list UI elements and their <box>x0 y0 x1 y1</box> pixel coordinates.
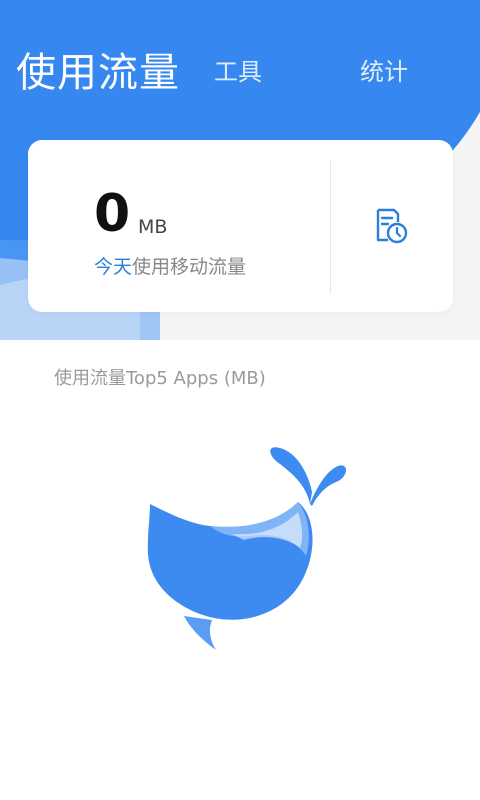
tab-usage[interactable]: 使用流量 <box>16 40 180 98</box>
usage-value: 0 <box>94 184 131 244</box>
tab-stats[interactable]: 统计 <box>360 52 408 87</box>
top-tabs: 使用流量 工具 统计 <box>0 0 480 130</box>
usage-summary-card: 0 MB 今天使用移动流量 <box>28 140 453 312</box>
empty-state-whale-icon <box>140 444 350 658</box>
history-button[interactable] <box>368 204 412 248</box>
tab-tools[interactable]: 工具 <box>214 52 262 87</box>
card-divider <box>330 160 331 294</box>
usage-description: 今天使用移动流量 <box>94 252 246 279</box>
usage-desc-label: 使用移动流量 <box>132 256 247 278</box>
today-label: 今天 <box>94 256 133 278</box>
usage-unit: MB <box>138 216 168 238</box>
top5-section-title: 使用流量Top5 Apps (MB) <box>54 368 266 389</box>
history-clock-icon <box>376 208 408 244</box>
